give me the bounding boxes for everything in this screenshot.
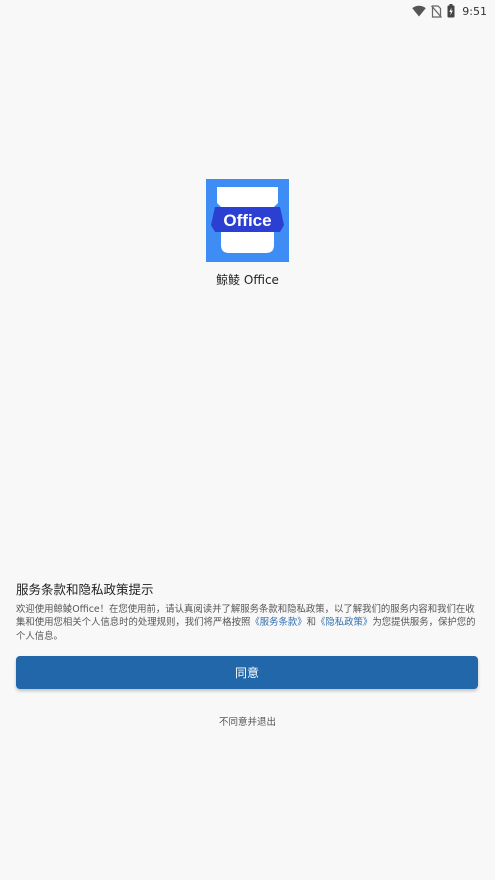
privacy-policy-link[interactable]: 《隐私政策》: [316, 617, 372, 628]
disagree-exit-link[interactable]: 不同意并退出: [0, 714, 495, 728]
screen: 9:51 Office 鲸鲮 Office 服务条款和隐私政策提示 欢迎使用鲸鲮…: [0, 0, 495, 880]
agree-button[interactable]: 同意: [16, 656, 478, 689]
app-name: 鲸鲮 Office: [216, 273, 279, 287]
wifi-icon: [412, 5, 426, 17]
dialog-body-and: 和: [306, 617, 317, 629]
status-icons: 9:51: [412, 3, 487, 19]
app-logo-text: Office: [223, 211, 271, 230]
battery-charging-icon: [447, 4, 455, 18]
terms-of-service-link[interactable]: 《服务条款》: [250, 617, 306, 628]
status-bar: 9:51: [0, 0, 495, 22]
no-sim-icon: [431, 4, 443, 18]
app-logo: Office: [206, 179, 289, 262]
dialog-body: 欢迎使用鲸鲮Office！在您使用前，请认真阅读并了解服务条款和隐私政策，以了解…: [16, 603, 478, 643]
dialog-title: 服务条款和隐私政策提示: [16, 582, 154, 597]
status-time: 9:51: [462, 4, 487, 18]
